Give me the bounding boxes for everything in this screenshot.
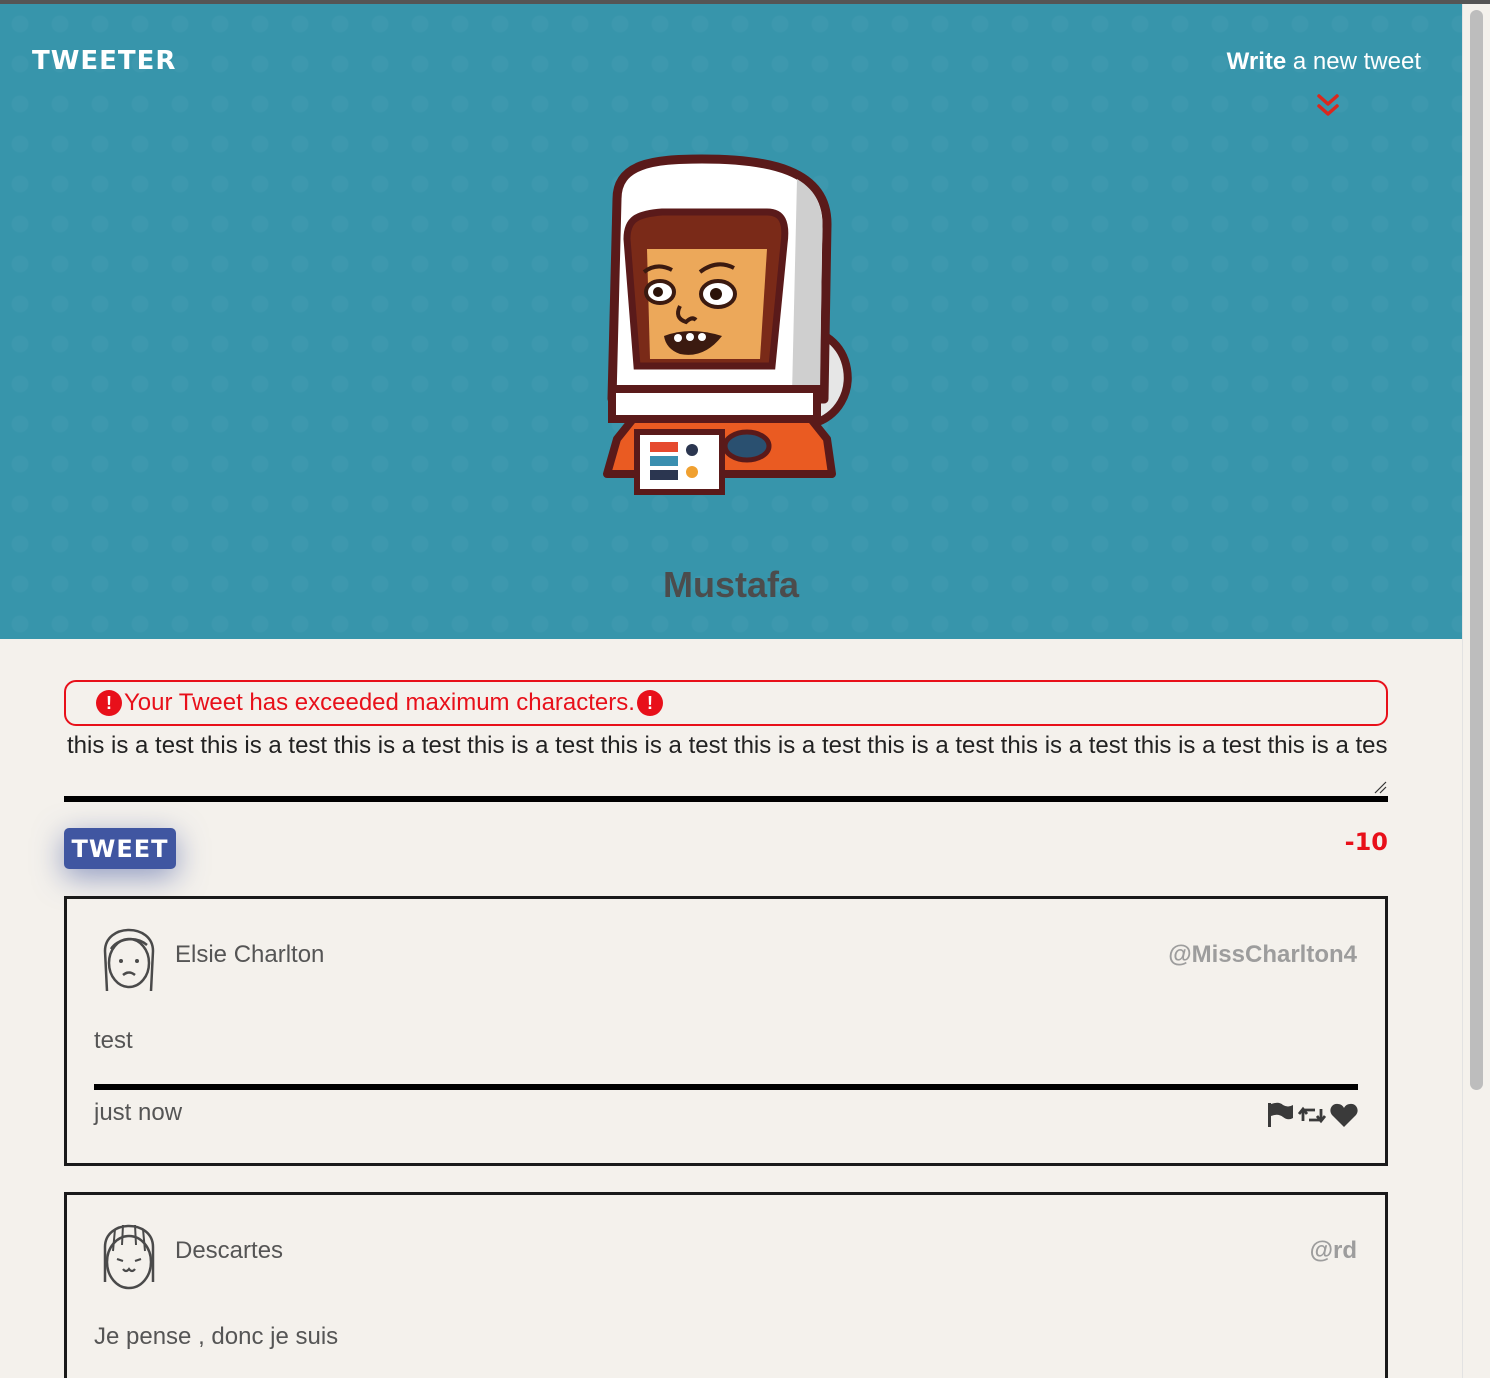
tweet-textarea[interactable]: this is a test this is a test this is a … (64, 730, 1388, 796)
tweet-text: test (94, 1027, 133, 1054)
tweet-actions (1265, 1101, 1359, 1129)
error-text: Your Tweet has exceeded maximum characte… (124, 689, 635, 716)
error-icon: ! (96, 690, 122, 716)
error-message: ! Your Tweet has exceeded maximum charact… (64, 680, 1388, 726)
retweet-icon[interactable] (1297, 1101, 1327, 1129)
profile-name: Mustafa (662, 564, 800, 605)
vertical-scrollbar[interactable] (1462, 4, 1490, 1378)
error-icon: ! (636, 690, 663, 716)
flag-icon[interactable] (1265, 1101, 1295, 1129)
chevron-down-double-icon[interactable] (1316, 92, 1340, 118)
tweet-submit-button[interactable]: TWEET (64, 828, 176, 869)
tweet-divider (94, 1084, 1358, 1090)
profile-avatar (603, 154, 852, 495)
tweet-author-name: Descartes (175, 1237, 284, 1264)
tweet-card: Elsie Charlton @MissCharlton4 test just … (64, 896, 1388, 1166)
brand-logo[interactable]: TWEETER (32, 46, 176, 76)
tweet-author-handle[interactable]: @MissCharlton4 (1168, 941, 1357, 969)
write-new-tweet-link[interactable]: Write a new tweet (1227, 48, 1421, 76)
tweet-card: Descartes @rd Je pense , donc je suis (64, 1192, 1388, 1378)
user-avatar (103, 1224, 155, 1290)
tweet-text: Je pense , donc je suis (94, 1323, 339, 1350)
scrollbar-thumb[interactable] (1470, 10, 1483, 1090)
compose-link-text: a new tweet (1286, 48, 1421, 75)
heart-icon[interactable] (1329, 1101, 1359, 1129)
resize-handle-icon[interactable] (1373, 780, 1387, 794)
tweet-author-name: Elsie Charlton (175, 941, 325, 968)
tweet-timestamp: just now (94, 1099, 183, 1126)
tweet-author-handle[interactable]: @rd (1310, 1237, 1357, 1265)
compose-link-bold: Write (1226, 48, 1287, 75)
user-avatar (103, 928, 155, 992)
character-counter: -10 (1344, 828, 1388, 856)
textarea-underline (64, 796, 1388, 802)
profile-header: TWEETER Write a new tweet Mustafa (0, 4, 1462, 639)
